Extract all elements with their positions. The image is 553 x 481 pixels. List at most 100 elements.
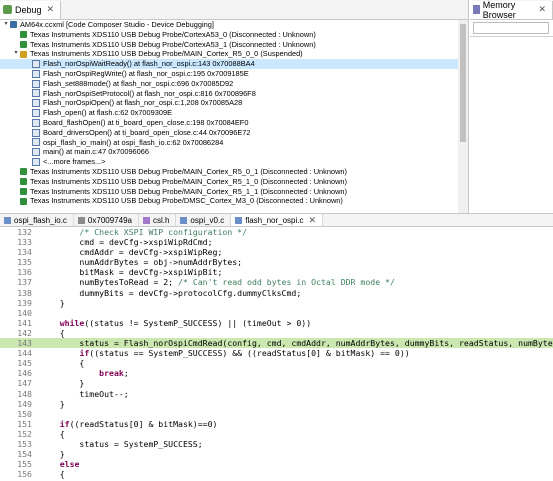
stack-frame-item[interactable]: Flash_norOspiOpen() at flash_nor_ospi.c:… <box>0 98 468 108</box>
code-line[interactable]: 155 else <box>0 459 553 469</box>
editor-tab-label: ospi_flash_io.c <box>14 215 67 225</box>
stack-frame-icon <box>32 109 40 118</box>
editor-tab[interactable]: ospi_v0.c <box>176 214 232 226</box>
tab-memory-label: Memory Browser <box>482 0 516 20</box>
code-line[interactable]: 141 while((status != SystemP_SUCCESS) ||… <box>0 318 553 328</box>
code-editor: ospi_flash_io.c 0x7009749a csl.h ospi_v0.c f… <box>0 213 553 481</box>
stack-frame-item[interactable]: <...more frames...> <box>0 157 468 167</box>
editor-tab[interactable]: flash_nor_ospi.c ✕ <box>231 214 324 226</box>
line-number: 137 <box>17 277 32 288</box>
editor-tab[interactable]: 0x7009749a <box>74 214 139 226</box>
code-text: bitMask = devCfg->xspiWipBit; <box>40 267 223 278</box>
debug-core-item[interactable]: Texas Instruments XDS110 USB Debug Probe… <box>0 167 468 177</box>
stack-frame-item[interactable]: Flash_open() at flash.c:62 0x7009309E <box>0 108 468 118</box>
debug-tree: ▾ AM64x.ccxml [Code Composer Studio - Dev… <box>0 20 468 213</box>
line-number: 134 <box>17 247 32 258</box>
debug-view: Debug ✕ ▾ AM64x.ccxml [Code Composer Stud… <box>0 0 469 213</box>
debug-session-item[interactable]: ▾ AM64x.ccxml [Code Composer Studio - Dev… <box>0 20 468 30</box>
code-line[interactable]: 150 <box>0 409 553 419</box>
stack-frame-item[interactable]: main() at main.c:47 0x70096066 <box>0 147 468 157</box>
code-keyword: if <box>79 348 90 359</box>
vertical-scrollbar[interactable] <box>458 20 468 213</box>
expand-arrow-icon[interactable]: ▾ <box>12 49 20 59</box>
code-line[interactable]: 152 { <box>0 429 553 439</box>
code-text: { <box>40 327 65 338</box>
stack-frame-item[interactable]: Board_flashOpen() at ti_board_open_close… <box>0 118 468 128</box>
close-icon[interactable]: ✕ <box>308 215 316 226</box>
debug-core-item[interactable]: Texas Instruments XDS110 USB Debug Probe… <box>0 187 468 197</box>
code-keyword: break <box>99 368 124 379</box>
code-line[interactable]: 142 { <box>0 328 553 338</box>
tree-item-label: AM64x.ccxml [Code Composer Studio - Devi… <box>20 20 214 29</box>
code-line[interactable]: 136 bitMask = devCfg->xspiWipBit; <box>0 267 553 277</box>
debug-core-item[interactable]: Texas Instruments XDS110 USB Debug Probe… <box>0 196 468 206</box>
code-area[interactable]: 132 /* Check XSPI WIP configuration */13… <box>0 227 553 481</box>
stack-frame-item[interactable]: ospi_flash_io_main() at ospi_flash_io.c:… <box>0 138 468 148</box>
code-line[interactable]: 148 timeOut--; <box>0 389 553 399</box>
code-line[interactable]: 145 { <box>0 358 553 368</box>
tree-item-label: Texas Instruments XDS110 USB Debug Probe… <box>30 39 316 49</box>
code-line[interactable]: 151 if((readStatus[0] & bitMask)==0) <box>0 419 553 429</box>
line-number: 146 <box>17 368 32 379</box>
expand-arrow-icon[interactable]: ▾ <box>2 20 10 30</box>
current-code-line[interactable]: 143 status = Flash_norOspiCmdRead(config… <box>0 338 553 349</box>
stack-frame-icon <box>32 138 40 147</box>
stack-frame-icon <box>32 158 40 167</box>
code-line[interactable]: 153 status = SystemP_SUCCESS; <box>0 439 553 449</box>
close-icon[interactable]: ✕ <box>538 4 546 15</box>
editor-tab[interactable]: csl.h <box>139 214 177 226</box>
tree-item-label: Texas Instruments XDS110 USB Debug Probe… <box>30 196 343 206</box>
tree-item-label: Texas Instruments XDS110 USB Debug Probe… <box>30 176 347 186</box>
stack-frame-item[interactable]: Board_driversOpen() at ti_board_open_clo… <box>0 128 468 138</box>
code-line[interactable]: 134 cmdAddr = devCfg->xspiWipReg; <box>0 247 553 257</box>
code-text: dummyBits = devCfg->protocolCfg.dummyClk… <box>40 287 302 298</box>
tree-item-label: Flash_open() at flash.c:62 0x7009309E <box>43 108 173 118</box>
editor-tab-label: ospi_v0.c <box>190 215 225 225</box>
code-text: else <box>40 459 80 470</box>
code-line[interactable]: 132 /* Check XSPI WIP configuration */ <box>0 227 553 237</box>
code-comment: /* Can't read odd bytes in Octal DDR mod… <box>178 277 395 288</box>
debug-core-item[interactable]: ▾ Texas Instruments XDS110 USB Debug Prob… <box>0 49 468 59</box>
line-number: 135 <box>17 257 32 268</box>
memory-address-input[interactable] <box>473 22 549 34</box>
tab-debug-label: Debug <box>15 4 42 15</box>
code-line[interactable]: 138 dummyBits = devCfg->protocolCfg.dumm… <box>0 288 553 298</box>
code-line[interactable]: 139 } <box>0 298 553 308</box>
debug-core-item[interactable]: Texas Instruments XDS110 USB Debug Probe… <box>0 177 468 187</box>
stack-frame-item[interactable]: Flash_norOspiRegWrite() at flash_nor_osp… <box>0 69 468 79</box>
stack-frame-item[interactable]: Flash_set888mode() at flash_nor_ospi.c:6… <box>0 79 468 89</box>
code-line[interactable]: 149 } <box>0 399 553 409</box>
editor-tab[interactable]: ospi_flash_io.c <box>0 214 74 226</box>
code-line[interactable]: 144 if((status == SystemP_SUCCESS) && ((… <box>0 348 553 358</box>
code-line[interactable]: 154 } <box>0 449 553 459</box>
code-text: cmd = devCfg->xspiWipRdCmd; <box>40 237 213 248</box>
scrollbar-thumb[interactable] <box>460 24 466 142</box>
tab-memory-browser[interactable]: Memory Browser ✕ <box>470 0 553 20</box>
code-text: /* Check XSPI WIP configuration */ <box>40 227 248 237</box>
line-number: 140 <box>17 307 32 318</box>
launch-config-icon <box>10 21 17 29</box>
code-keyword: else <box>59 459 80 470</box>
line-number: 143 <box>17 338 32 349</box>
code-line[interactable]: 135 numAddrBytes = obj->numAddrBytes; <box>0 257 553 267</box>
c-file-icon <box>180 216 188 224</box>
close-icon[interactable]: ✕ <box>47 4 55 15</box>
code-line[interactable]: 133 cmd = devCfg->xspiWipRdCmd; <box>0 237 553 247</box>
code-line[interactable]: 156 { <box>0 469 553 479</box>
code-line[interactable]: 146 break; <box>0 368 553 378</box>
debug-core-item[interactable]: Texas Instruments XDS110 USB Debug Probe… <box>0 40 468 50</box>
c-file-icon <box>235 216 243 224</box>
line-number: 154 <box>17 449 32 460</box>
code-text: if((readStatus[0] & bitMask)==0) <box>59 418 218 429</box>
code-line[interactable]: 140 <box>0 308 553 318</box>
stack-frame-item[interactable]: Flash_norOspiWaitReady() at flash_nor_os… <box>0 59 468 69</box>
tab-debug[interactable]: Debug ✕ <box>0 0 62 19</box>
stack-frame-item[interactable]: Flash_norOspiSetProtocol() at flash_nor_… <box>0 89 468 99</box>
line-number: 152 <box>17 428 32 439</box>
code-line[interactable]: 147 } <box>0 378 553 388</box>
tree-item-label: Board_driversOpen() at ti_board_open_clo… <box>43 127 251 137</box>
code-line[interactable]: 137 numBytesToRead = 2; /* Can't read od… <box>0 277 553 287</box>
code-text: status = SystemP_SUCCESS; <box>40 438 203 449</box>
debug-core-item[interactable]: Texas Instruments XDS110 USB Debug Probe… <box>0 30 468 40</box>
line-number: 132 <box>17 227 32 237</box>
